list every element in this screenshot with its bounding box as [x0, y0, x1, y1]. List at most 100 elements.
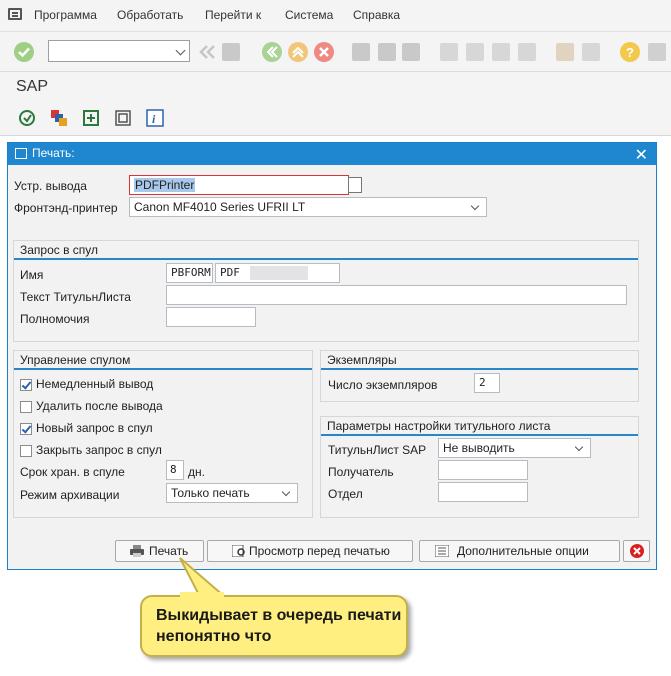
- chevron-down-icon: [470, 201, 480, 211]
- info-icon[interactable]: i: [146, 109, 164, 127]
- copies-group: Экземпляры Число экземпляров 2: [320, 350, 639, 402]
- previous-page-icon[interactable]: [466, 43, 484, 61]
- select-icon[interactable]: [114, 109, 132, 127]
- recipient-input[interactable]: [438, 460, 528, 480]
- save-icon[interactable]: [222, 43, 240, 61]
- close-spool-request-checkbox[interactable]: [20, 445, 32, 457]
- print-dialog: Печать: ✕ Устр. вывода PDFPrinter Фронтэ…: [7, 142, 657, 570]
- sap-cover-select[interactable]: Не выводить: [438, 438, 591, 458]
- back-arrows-icon[interactable]: [198, 44, 216, 60]
- name-field-1[interactable]: PBFORM: [166, 263, 213, 283]
- enter-icon[interactable]: [14, 42, 34, 62]
- cover-text-label: Текст ТитульнЛиста: [20, 290, 131, 304]
- value-help-icon[interactable]: [348, 177, 362, 193]
- cover-text-input[interactable]: [166, 285, 627, 305]
- archiving-mode-value: Только печать: [171, 486, 250, 500]
- delete-after-output-label: Удалить после вывода: [36, 399, 163, 413]
- print-immediately-checkbox[interactable]: [20, 379, 32, 391]
- output-device-label: Устр. вывода: [14, 179, 87, 193]
- group-divider: [321, 368, 638, 370]
- title-bar: SAP: [0, 72, 671, 102]
- cancel-icon[interactable]: [314, 42, 334, 62]
- variants-icon[interactable]: [50, 109, 68, 127]
- name-field-2[interactable]: PDF: [215, 263, 340, 283]
- execute-icon[interactable]: [18, 109, 36, 127]
- callout-text: Выкидывает в очередь печати непонятно чт…: [156, 607, 402, 645]
- application-toolbar: i: [0, 102, 671, 136]
- back-icon[interactable]: [262, 42, 282, 62]
- cover-settings-group: Параметры настройки титульного листа Тит…: [320, 416, 639, 518]
- authority-input[interactable]: [166, 307, 256, 327]
- find-next-icon[interactable]: [402, 43, 420, 61]
- frontend-printer-select[interactable]: Canon MF4010 Series UFRII LT: [129, 197, 487, 217]
- cancel-icon: [630, 544, 644, 558]
- name-label: Имя: [20, 268, 44, 282]
- menu-icon[interactable]: [8, 8, 22, 20]
- chevron-down-icon: [281, 487, 291, 497]
- exit-icon[interactable]: [288, 42, 308, 62]
- help-icon[interactable]: ?: [620, 42, 640, 62]
- frontend-printer-value: Canon MF4010 Series UFRII LT: [134, 200, 306, 214]
- archiving-mode-select[interactable]: Только печать: [166, 483, 298, 503]
- department-label: Отдел: [328, 487, 363, 501]
- more-options-button[interactable]: Дополнительные опции: [419, 540, 620, 562]
- retention-input[interactable]: 8: [166, 460, 184, 480]
- chevron-down-icon: [175, 45, 186, 56]
- close-icon[interactable]: ✕: [635, 145, 648, 165]
- spool-control-title: Управление спулом: [20, 353, 131, 367]
- next-page-icon[interactable]: [492, 43, 510, 61]
- menu-goto[interactable]: Перейти к: [205, 8, 261, 22]
- menu-help[interactable]: Справка: [353, 8, 400, 22]
- group-divider: [321, 434, 638, 436]
- print-immediately-label: Немедленный вывод: [36, 377, 154, 391]
- sap-cover-label: ТитульнЛист SAP: [328, 443, 427, 457]
- retention-label: Срок хран. в спуле: [20, 465, 125, 479]
- annotation-callout: Выкидывает в очередь печати непонятно чт…: [140, 595, 408, 657]
- command-field[interactable]: [48, 40, 190, 62]
- archiving-mode-label: Режим архивации: [20, 488, 120, 502]
- last-page-icon[interactable]: [518, 43, 536, 61]
- new-spool-request-checkbox[interactable]: [20, 423, 32, 435]
- name-field-2-value: PDF: [220, 266, 240, 279]
- spool-request-group: Запрос в спул Имя PBFORM PDF Текст Титул…: [13, 240, 639, 342]
- cover-settings-title: Параметры настройки титульного листа: [327, 419, 551, 433]
- print-preview-label: Просмотр перед печатью: [249, 544, 390, 558]
- menu-program[interactable]: Программа: [34, 8, 97, 22]
- cancel-button[interactable]: [623, 540, 650, 562]
- output-device-value: PDFPrinter: [134, 178, 196, 192]
- menu-edit[interactable]: Обработать: [117, 8, 183, 22]
- menu-bar: Программа Обработать Перейти к Система С…: [0, 0, 671, 32]
- printer-icon: [130, 545, 144, 557]
- retention-unit: дн.: [188, 465, 205, 479]
- callout-joint: [180, 592, 224, 598]
- copies-title: Экземпляры: [327, 353, 397, 367]
- dialog-title: Печать:: [32, 146, 75, 160]
- close-spool-request-label: Закрыть запрос в спул: [36, 443, 162, 457]
- copies-count-input[interactable]: 2: [474, 373, 500, 393]
- customize-layout-icon[interactable]: [648, 43, 666, 61]
- delete-after-output-checkbox[interactable]: [20, 401, 32, 413]
- copies-count-label: Число экземпляров: [328, 378, 438, 392]
- spool-control-group: Управление спулом Немедленный вывод Удал…: [13, 350, 313, 518]
- save-variant-icon[interactable]: [82, 109, 100, 127]
- print-icon[interactable]: [352, 43, 370, 61]
- department-input[interactable]: [438, 482, 528, 502]
- first-page-icon[interactable]: [440, 43, 458, 61]
- dialog-icon: [15, 148, 27, 159]
- standard-toolbar: ?: [0, 32, 671, 72]
- output-device-input[interactable]: PDFPrinter: [129, 175, 349, 195]
- redacted-area: [250, 266, 308, 280]
- options-icon: [435, 545, 449, 557]
- create-session-icon[interactable]: [556, 43, 574, 61]
- spool-request-title: Запрос в спул: [20, 243, 99, 257]
- print-preview-button[interactable]: Просмотр перед печатью: [207, 540, 413, 562]
- sap-cover-value: Не выводить: [443, 441, 515, 455]
- menu-system[interactable]: Система: [285, 8, 333, 22]
- shortcut-icon[interactable]: [582, 43, 600, 61]
- authority-label: Полномочия: [20, 312, 90, 326]
- group-divider: [14, 258, 638, 260]
- find-icon[interactable]: [378, 43, 396, 61]
- recipient-label: Получатель: [328, 465, 394, 479]
- frontend-printer-label: Фронтэнд-принтер: [14, 201, 118, 215]
- new-spool-request-label: Новый запрос в спул: [36, 421, 153, 435]
